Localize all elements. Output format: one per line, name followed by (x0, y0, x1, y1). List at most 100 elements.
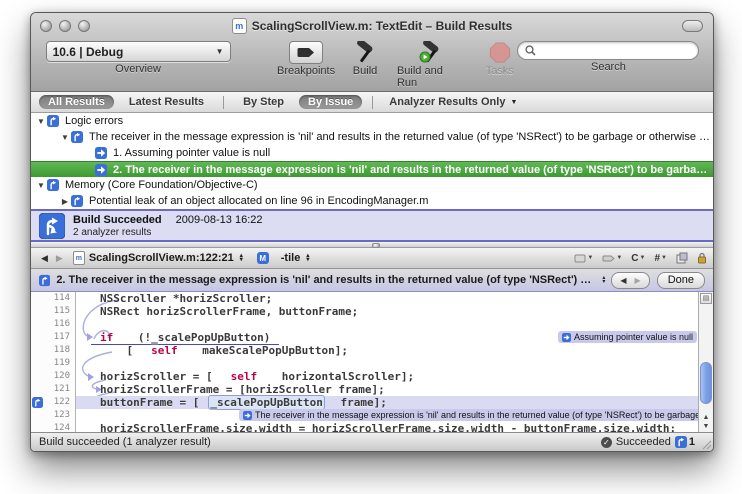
file-popup[interactable]: m ScalingScrollView.m:122:21 ▴▾ (73, 251, 243, 265)
disclosure-triangle-icon[interactable]: ▶ (59, 197, 71, 206)
code-line[interactable]: buttonFrame = [_scalePopUpButton frame]; (76, 396, 713, 409)
prev-issue-icon[interactable]: ◀ (620, 276, 626, 285)
close-button[interactable] (40, 20, 52, 32)
segment-latest-results[interactable]: Latest Results (120, 95, 213, 109)
result-row[interactable]: ▼Logic errors (31, 113, 713, 129)
analyzer-icon (39, 213, 65, 239)
back-button[interactable]: ◀ (37, 253, 52, 264)
build-and-run-button[interactable]: Build and Run (397, 41, 466, 89)
breakpoint-pill-icon (602, 255, 615, 262)
scrollbar-thumb[interactable] (700, 362, 712, 404)
source-editor[interactable]: 114115116117118119120121122123124125126 (31, 292, 713, 432)
selected-token: _scalePopUpButton (208, 395, 325, 410)
xcode-build-results-window: m ScalingScrollView.m: TextEdit – Build … (30, 12, 714, 452)
line-number[interactable]: 117 (31, 331, 75, 344)
disclosure-triangle-icon[interactable]: ▼ (35, 117, 47, 126)
toolbar-toggle-button[interactable] (682, 20, 703, 32)
window-title: ScalingScrollView.m: TextEdit – Build Re… (252, 19, 513, 33)
marks-menu-button[interactable]: #▼ (654, 253, 667, 264)
code-area[interactable]: NSScroller *horizScroller;NSRect horizSc… (76, 292, 713, 432)
code-text: buttonFrame = [ (91, 395, 208, 410)
result-text: Memory (Core Foundation/Objective-C) (65, 179, 258, 191)
disclosure-triangle-icon[interactable]: ▼ (35, 181, 47, 190)
result-row[interactable]: 2. The receiver in the message expressio… (31, 161, 713, 177)
status-bar: Build succeeded (1 analyzer result) ✓ Su… (31, 432, 713, 451)
result-row[interactable]: 1. Assuming pointer value is null (31, 145, 713, 161)
segment-by-issue[interactable]: By Issue (299, 95, 362, 109)
file-popup-label: ScalingScrollView.m:122:21 (89, 252, 234, 264)
succeeded-label: Succeeded (616, 436, 671, 448)
line-number[interactable]: 114 (31, 292, 75, 305)
next-issue-icon[interactable]: ▶ (635, 276, 641, 285)
method-popup[interactable]: -tile ▴▾ (281, 252, 310, 264)
segment-all-results[interactable]: All Results (39, 95, 114, 109)
result-row[interactable]: ▼ Memory (Core Foundation/Objective-C) (31, 177, 713, 193)
build-succeeded-banner[interactable]: Build Succeeded2009-08-13 16:22 2 analyz… (31, 209, 713, 242)
line-number[interactable]: 120 (31, 370, 75, 383)
step-arrow-icon (562, 333, 571, 342)
segment-by-step[interactable]: By Step (234, 95, 293, 109)
result-text: 2. The receiver in the message expressio… (113, 164, 713, 176)
search-field[interactable] (517, 41, 699, 60)
disclosure-triangle-icon[interactable]: ▼ (59, 133, 71, 142)
line-number[interactable]: 116 (31, 318, 75, 331)
code-line[interactable]: NSRect horizScrollerFrame, buttonFrame; (76, 305, 713, 318)
analyzer-results-only-dropdown[interactable]: Analyzer Results Only ▼ (383, 96, 517, 108)
dropdown-label: Analyzer Results Only (389, 96, 505, 108)
step-arrow-icon (243, 411, 252, 420)
scrollbar-arrows[interactable]: ▲▼ (699, 413, 713, 431)
results-list: ▼Logic errors▼The receiver in the messag… (31, 113, 713, 209)
bookmarks-icon (574, 254, 586, 263)
scheme-popup-label: 10.6 | Debug (53, 45, 124, 59)
counterpart-button[interactable] (676, 252, 688, 264)
resize-grip[interactable] (701, 439, 712, 450)
analyzer-count-badge[interactable]: 1 (675, 436, 695, 448)
code-text: makeScalePopUpButton]; (187, 343, 357, 358)
issue-prev-next-buttons[interactable]: ◀▶ (611, 272, 649, 289)
inline-analyzer-annotation[interactable]: The receiver in the message expression i… (239, 409, 713, 421)
line-number[interactable]: 124 (31, 422, 75, 432)
minimize-button[interactable] (59, 20, 71, 32)
analyzer-icon[interactable] (32, 397, 43, 408)
result-row[interactable]: ▼The receiver in the message expression … (31, 129, 713, 145)
document-icon: m (232, 18, 247, 34)
step-arrow-icon (95, 147, 109, 159)
file-icon: m (73, 251, 85, 265)
split-editor-button[interactable]: ▤ (700, 293, 712, 304)
lock-button[interactable] (697, 252, 707, 264)
line-number[interactable]: 123 (31, 409, 75, 422)
forward-button[interactable]: ▶ (52, 253, 67, 264)
search-input[interactable] (540, 44, 691, 58)
titlebar[interactable]: m ScalingScrollView.m: TextEdit – Build … (31, 13, 713, 39)
build-timestamp: 2009-08-13 16:22 (176, 214, 263, 226)
bookmarks-menu-button[interactable]: ▼ (574, 254, 593, 263)
code-line[interactable]: [self makeScalePopUpButton]; (76, 344, 713, 357)
line-number-gutter: 114115116117118119120121122123124125126 (31, 292, 76, 432)
inline-analyzer-annotation[interactable]: Assuming pointer value is null (558, 331, 697, 343)
vertical-scrollbar[interactable]: ▤ ▲▼ (698, 292, 713, 432)
splitter-dimple[interactable] (372, 243, 380, 248)
line-number[interactable]: 122 (31, 396, 75, 409)
status-text: Build succeeded (1 analyzer result) (39, 436, 211, 448)
line-number[interactable]: 118 (31, 344, 75, 357)
line-number[interactable]: 121 (31, 383, 75, 396)
analyzer-icon (47, 115, 61, 127)
analyzer-icon (47, 179, 61, 191)
splitter[interactable] (31, 242, 713, 248)
issue-message-bar: 2. The receiver in the message expressio… (31, 269, 713, 292)
class-menu-button[interactable]: C▼ (631, 253, 645, 264)
analyzer-icon (71, 131, 85, 143)
line-number[interactable]: 115 (31, 305, 75, 318)
lock-icon (697, 252, 707, 264)
done-button[interactable]: Done (657, 272, 705, 289)
build-button[interactable]: Build (351, 41, 379, 77)
issue-popup-arrows-icon[interactable]: ▴▾ (602, 276, 605, 284)
breakpoints-menu-button[interactable]: ▼ (602, 255, 622, 262)
method-badge-icon: M (257, 252, 269, 264)
code-line[interactable]: horizScrollerFrame.size.width = horizScr… (76, 422, 713, 432)
line-number[interactable]: 119 (31, 357, 75, 370)
breakpoints-button[interactable]: Breakpoints (277, 41, 335, 77)
result-row[interactable]: ▶Potential leak of an object allocated o… (31, 193, 713, 209)
zoom-button[interactable] (78, 20, 90, 32)
scheme-popup[interactable]: 10.6 | Debug ▼ (46, 41, 231, 62)
